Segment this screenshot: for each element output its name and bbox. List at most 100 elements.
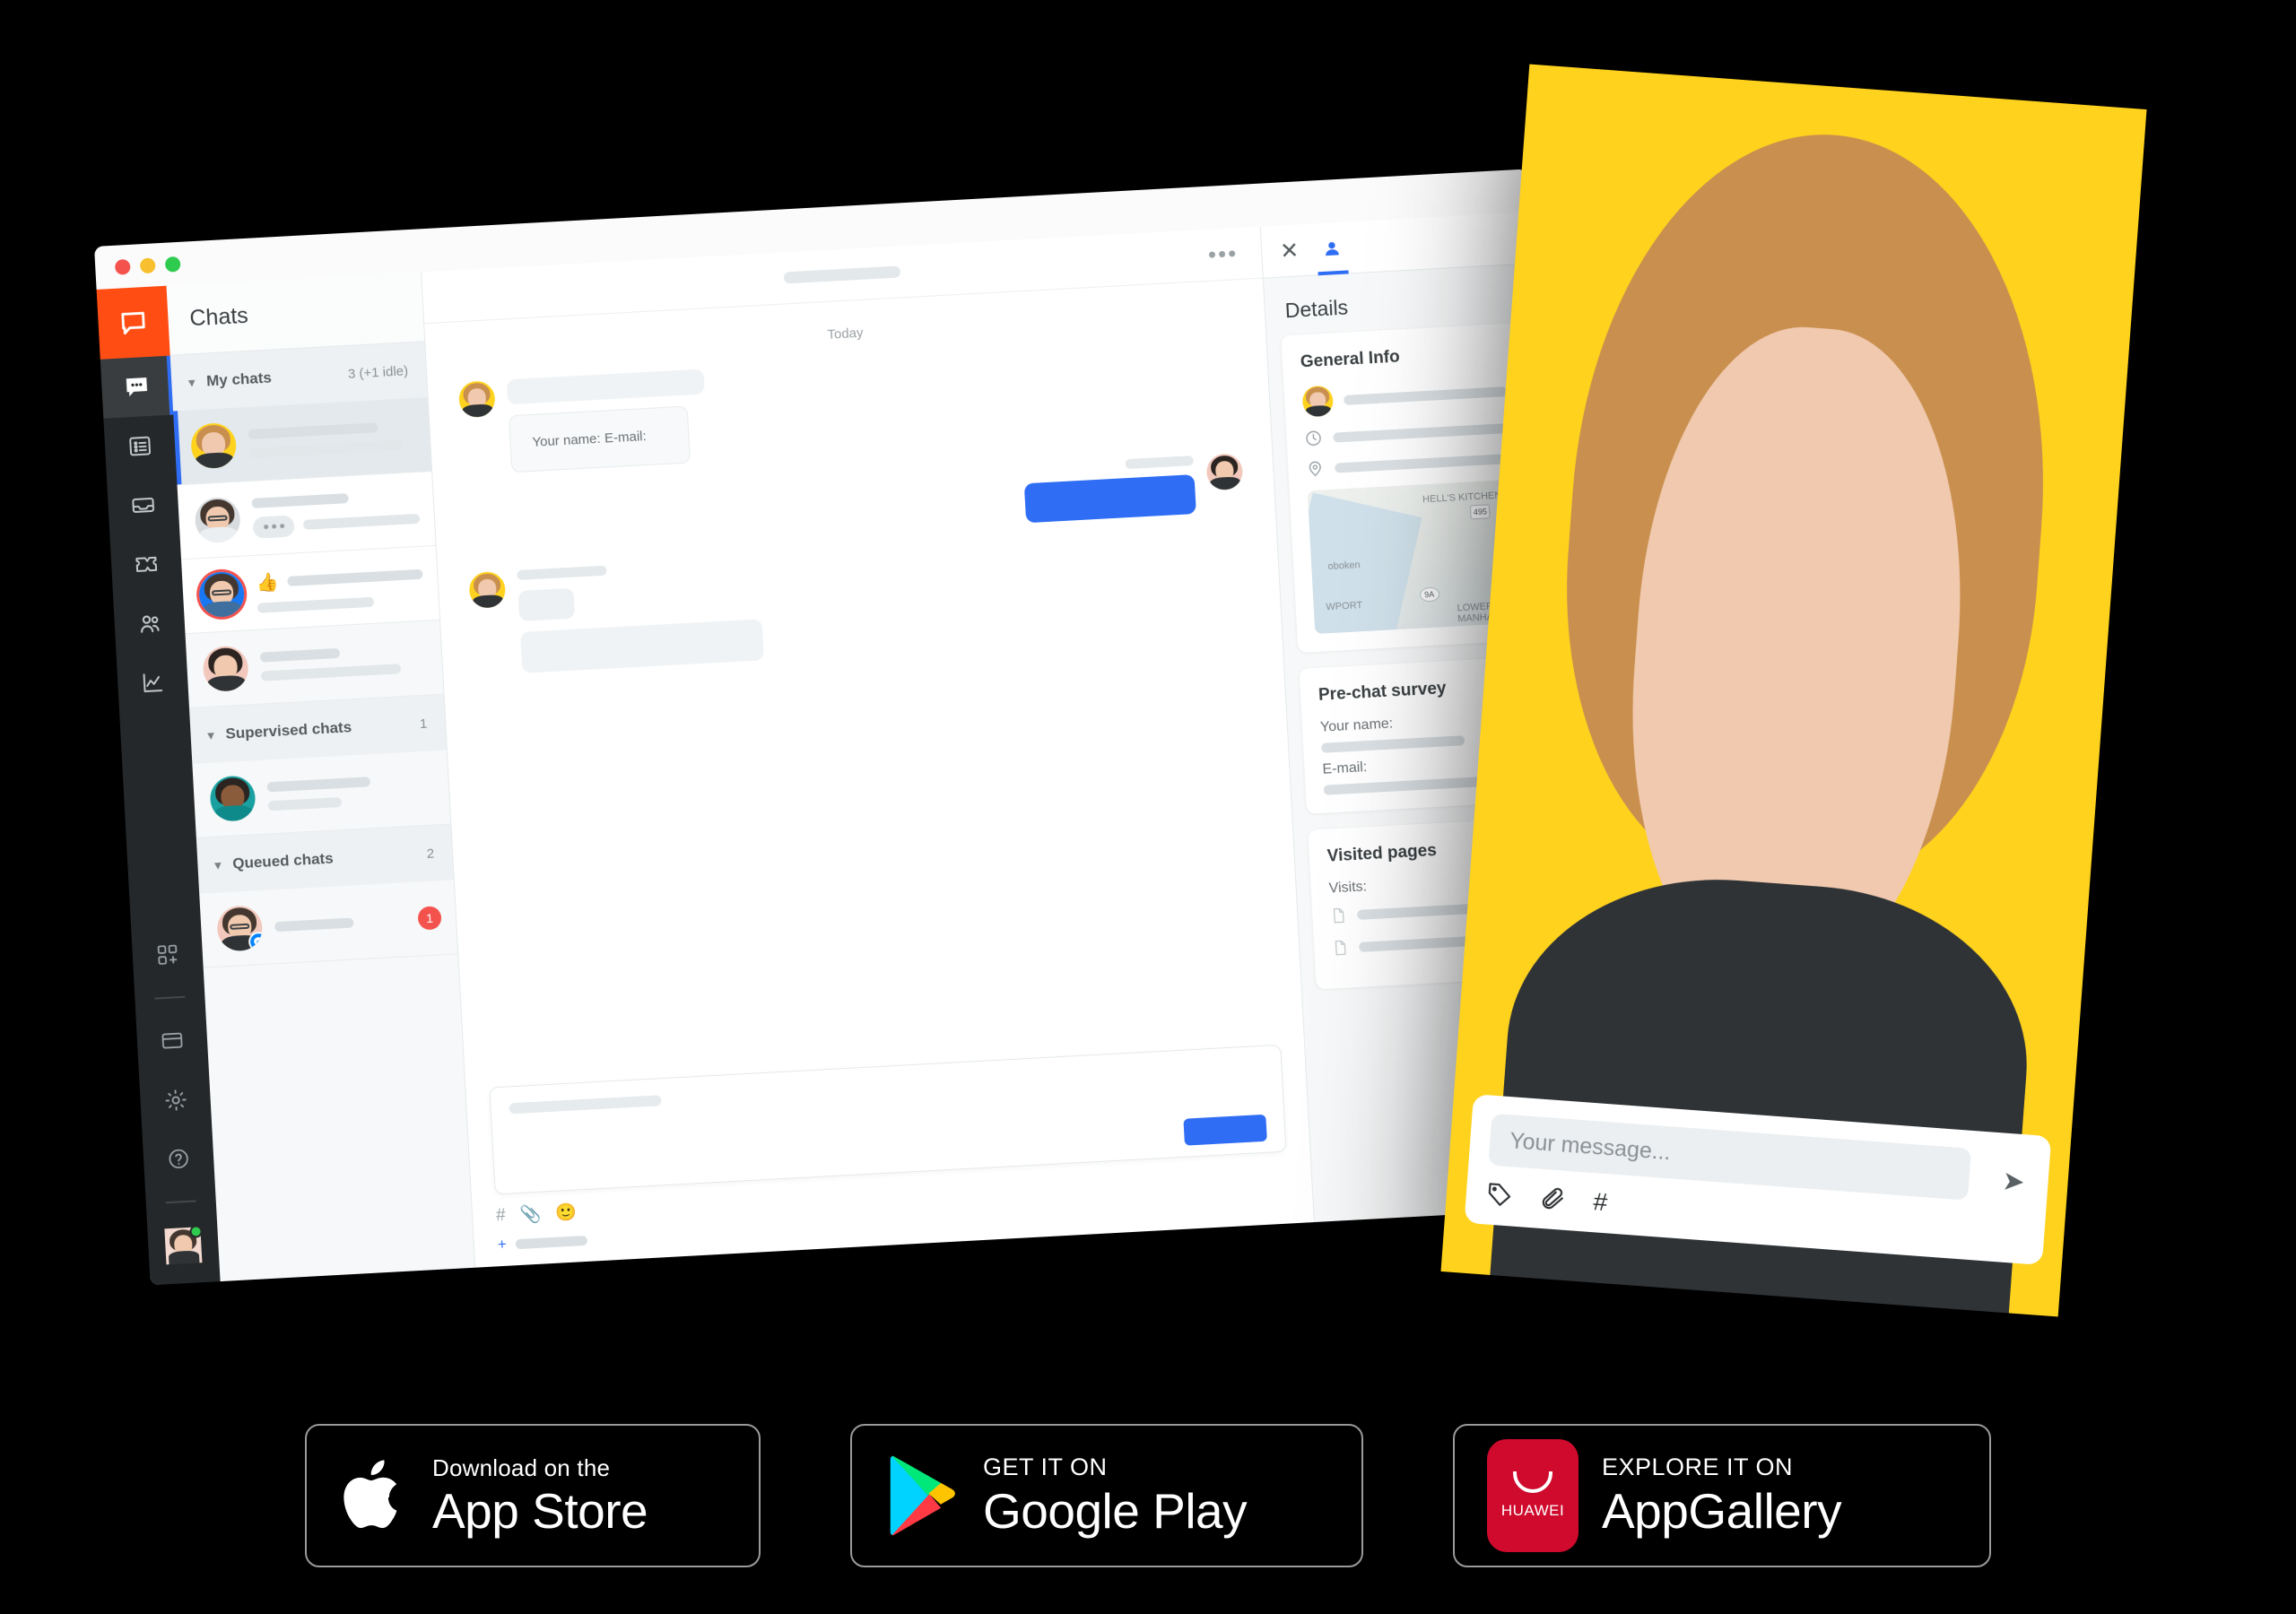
attachment-icon[interactable]: 📎	[519, 1203, 542, 1226]
list-item-preview	[248, 421, 415, 458]
app-gallery-badge[interactable]: HUAWEI EXPLORE IT ON AppGallery	[1453, 1424, 1991, 1567]
avatar	[189, 421, 238, 470]
hash-icon[interactable]: #	[496, 1206, 507, 1227]
location-map[interactable]: HELL'S KITCHEN 495 oboken WPORT 9A LOWER…	[1307, 479, 1520, 635]
mobile-phone-mockup: 9:00 ← Diana Jenkins JUN 5, 2020	[1440, 64, 2147, 1317]
list-item[interactable]: 1	[199, 880, 458, 968]
section-label: My chats	[205, 369, 273, 390]
message-bubble	[519, 619, 765, 673]
list-item-preview	[251, 489, 421, 539]
avatar	[1440, 64, 2147, 1317]
detail-value	[1335, 453, 1511, 473]
clock-icon	[1306, 430, 1321, 446]
map-shield-icon: 495	[1469, 503, 1491, 520]
list-item[interactable]	[173, 397, 432, 486]
close-icon[interactable]: ✕	[1279, 237, 1300, 265]
google-play-badge[interactable]: GET IT ON Google Play	[850, 1424, 1363, 1567]
page-icon	[1335, 940, 1346, 956]
page-root: Chats ▼ My chats 3 (+1 idle) 👍 ▼ Supervi…	[0, 0, 2296, 1614]
huawei-arc-icon	[1513, 1471, 1552, 1493]
survey-label: Your name:	[1319, 716, 1394, 735]
message-bubble-outgoing	[1023, 474, 1196, 524]
survey-label: E-mail:	[1322, 759, 1368, 777]
chevron-down-icon: ▼	[185, 375, 198, 390]
detail-row-location	[1306, 449, 1511, 478]
google-play-logo	[890, 1455, 955, 1536]
detail-value	[1333, 422, 1509, 443]
tab-customer-details[interactable]	[1321, 221, 1344, 274]
hash-icon[interactable]: #	[1592, 1187, 1609, 1217]
map-label: HELL'S KITCHEN	[1422, 490, 1502, 506]
avatar	[457, 380, 496, 419]
avatar	[1205, 453, 1244, 491]
chevron-down-icon: ▼	[212, 857, 224, 872]
section-label: Queued chats	[231, 849, 335, 872]
sidebar-item-team[interactable]	[113, 592, 186, 655]
conversation-panel: ••• Today Your name: E-mail: # 📎 🙂 +	[422, 226, 1315, 1268]
pin-icon	[1309, 461, 1321, 477]
avatar	[209, 775, 257, 822]
apple-logo	[344, 1460, 397, 1529]
map-shield-icon: 9A	[1419, 586, 1440, 603]
app-gallery-line2: AppGallery	[1602, 1483, 1842, 1539]
livechat-logo[interactable]	[96, 285, 170, 360]
list-item[interactable]	[192, 750, 451, 838]
rail-divider	[154, 995, 186, 1000]
app-store-line1: Download on the	[432, 1453, 611, 1481]
prechat-form-card: Your name: E-mail:	[508, 405, 691, 473]
message-area: Today Your name: E-mail:	[424, 279, 1304, 1089]
avatar	[197, 570, 246, 619]
tag-icon[interactable]	[1485, 1180, 1514, 1209]
sidebar-item-tickets[interactable]	[110, 533, 183, 595]
list-item[interactable]	[185, 620, 444, 709]
sidebar-item-inbox[interactable]	[107, 473, 179, 536]
huawei-wordmark: HUAWEI	[1500, 1502, 1565, 1519]
google-play-line1: GET IT ON	[983, 1453, 1108, 1480]
send-button[interactable]	[1183, 1114, 1267, 1146]
form-label-name: Your name:	[532, 430, 602, 450]
app-store-badge[interactable]: Download on the App Store	[305, 1424, 761, 1567]
section-label: Supervised chats	[224, 718, 352, 742]
avatar	[1301, 385, 1335, 418]
list-item[interactable]: 👍	[181, 545, 440, 635]
card-title: General Info	[1300, 347, 1401, 372]
attachment-icon[interactable]	[1539, 1184, 1568, 1213]
map-label: oboken	[1327, 560, 1361, 573]
sidebar-item-apps[interactable]	[131, 924, 204, 986]
send-icon[interactable]: ➤	[2001, 1166, 2026, 1199]
typing-indicator-icon	[252, 514, 295, 539]
phone-message-list: JUN 5, 2020	[1440, 64, 2147, 1317]
rail-divider-2	[165, 1200, 196, 1204]
composer-placeholder	[509, 1095, 662, 1115]
desktop-app-window: Chats ▼ My chats 3 (+1 idle) 👍 ▼ Supervi…	[94, 169, 1584, 1286]
list-item-preview	[274, 915, 405, 932]
add-icon[interactable]: +	[497, 1236, 507, 1254]
huawei-logo: HUAWEI	[1487, 1439, 1578, 1552]
list-item[interactable]	[177, 472, 436, 560]
sidebar-item-billing[interactable]	[135, 1010, 208, 1072]
window-close-button[interactable]	[114, 258, 131, 275]
section-count: 2	[426, 845, 435, 862]
page-icon	[1333, 907, 1344, 924]
window-minimize-button[interactable]	[139, 256, 156, 273]
more-options-icon[interactable]: •••	[1207, 239, 1239, 268]
store-badges: Download on the App Store GET IT ON Goog…	[0, 1424, 2296, 1567]
list-item-preview	[266, 773, 435, 811]
message-bubble	[517, 587, 576, 621]
avatar[interactable]	[164, 1225, 203, 1265]
sidebar-item-reports[interactable]	[117, 651, 189, 714]
message-row	[1440, 64, 2147, 1317]
message-row: Your name: E-mail:	[457, 340, 1240, 475]
form-label-email: E-mail:	[604, 429, 648, 447]
window-maximize-button[interactable]	[164, 256, 181, 273]
emoji-icon[interactable]: 🙂	[555, 1202, 578, 1224]
footer-placeholder	[515, 1235, 587, 1249]
section-count: 3 (+1 idle)	[347, 362, 409, 382]
visits-label: Visits:	[1328, 879, 1368, 897]
avatar	[468, 570, 507, 609]
sidebar-item-chats[interactable]	[100, 355, 174, 419]
sidebar-item-archives[interactable]	[103, 415, 176, 478]
sidebar-item-help[interactable]	[142, 1127, 214, 1190]
sidebar-item-settings[interactable]	[139, 1068, 212, 1131]
list-item-preview	[259, 644, 428, 681]
